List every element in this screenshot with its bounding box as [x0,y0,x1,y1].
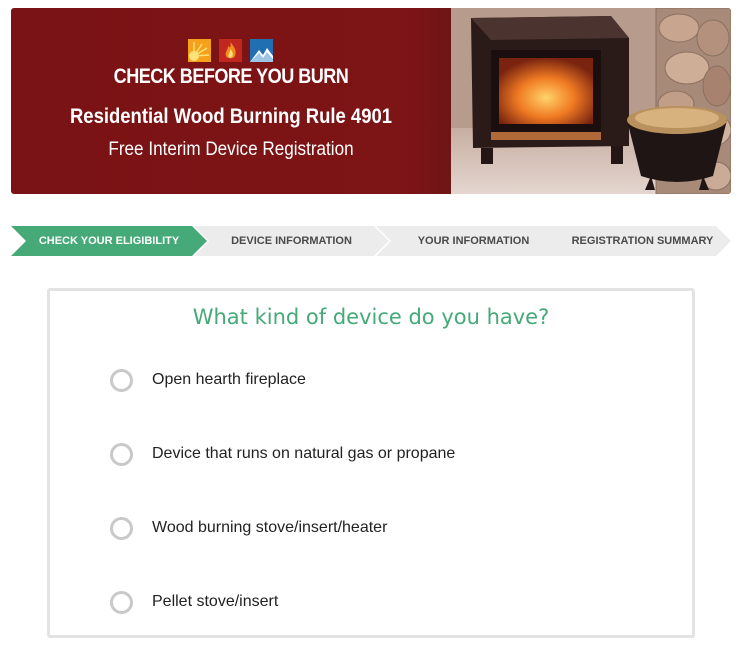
device-question-card: What kind of device do you have? Open he… [47,288,695,638]
check-before-you-burn-logo [188,39,273,62]
mountain-icon [250,39,273,62]
option-label: Pellet stove/insert [152,593,279,610]
flame-icon [219,39,242,62]
radio-button[interactable] [110,516,133,540]
header-banner: CHECK BEFORE YOU BURN Residential Wood B… [11,8,731,194]
step-device-information[interactable]: DEVICE INFORMATION [194,226,389,256]
radio-button[interactable] [110,442,133,466]
option-pellet-stove[interactable]: Pellet stove/insert [110,587,630,617]
radio-button[interactable] [110,590,133,614]
step-your-information[interactable]: YOUR INFORMATION [376,226,571,256]
pellet-stove-photo [451,8,731,194]
option-label: Device that runs on natural gas or propa… [152,445,456,462]
page-subtitle: Free Interim Device Registration [108,139,354,160]
option-wood-burning-stove[interactable]: Wood burning stove/insert/heater [110,513,630,543]
page-title: Residential Wood Burning Rule 4901 [69,105,393,128]
step-registration-summary[interactable]: REGISTRATION SUMMARY [554,226,731,256]
step-check-eligibility[interactable]: CHECK YOUR ELIGIBILITY [11,226,207,256]
banner-text-block: CHECK BEFORE YOU BURN Residential Wood B… [11,8,451,194]
option-label: Wood burning stove/insert/heater [152,519,388,536]
question-title: What kind of device do you have? [192,305,550,329]
option-natural-gas-propane[interactable]: Device that runs on natural gas or propa… [110,439,630,469]
brand-name: CHECK BEFORE YOU BURN [113,65,349,88]
option-label: Open hearth fireplace [152,371,306,388]
option-open-hearth-fireplace[interactable]: Open hearth fireplace [110,365,630,395]
radio-button[interactable] [110,368,133,392]
progress-steps: CHECK YOUR ELIGIBILITY DEVICE INFORMATIO… [11,226,731,256]
sun-icon [188,39,211,62]
